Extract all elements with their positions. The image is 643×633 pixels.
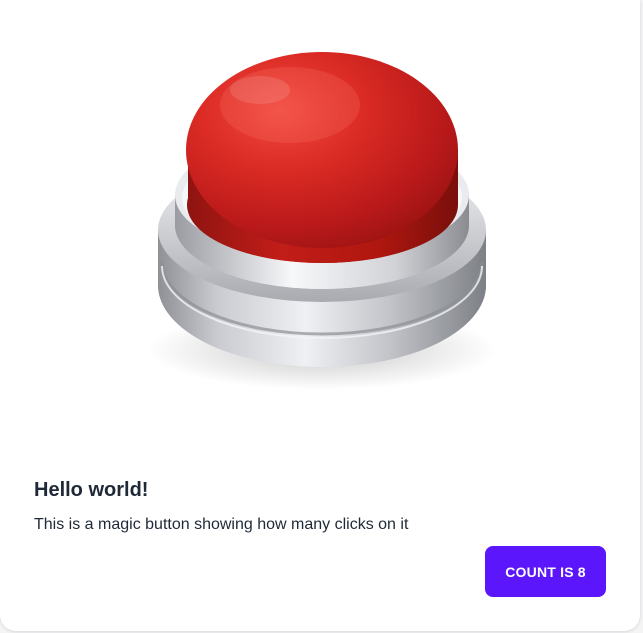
card: Hello world! This is a magic button show… <box>0 0 640 631</box>
card-title: Hello world! <box>34 479 149 501</box>
card-description: This is a magic button showing how many … <box>34 516 409 533</box>
card-body: Hello world! This is a magic button show… <box>34 476 606 536</box>
card-figure <box>0 0 640 440</box>
count-button[interactable]: Count is 8 <box>485 546 606 597</box>
count-button-label: Count is <box>505 563 574 580</box>
count-value: 8 <box>577 563 586 580</box>
red-push-button-icon <box>147 52 497 390</box>
